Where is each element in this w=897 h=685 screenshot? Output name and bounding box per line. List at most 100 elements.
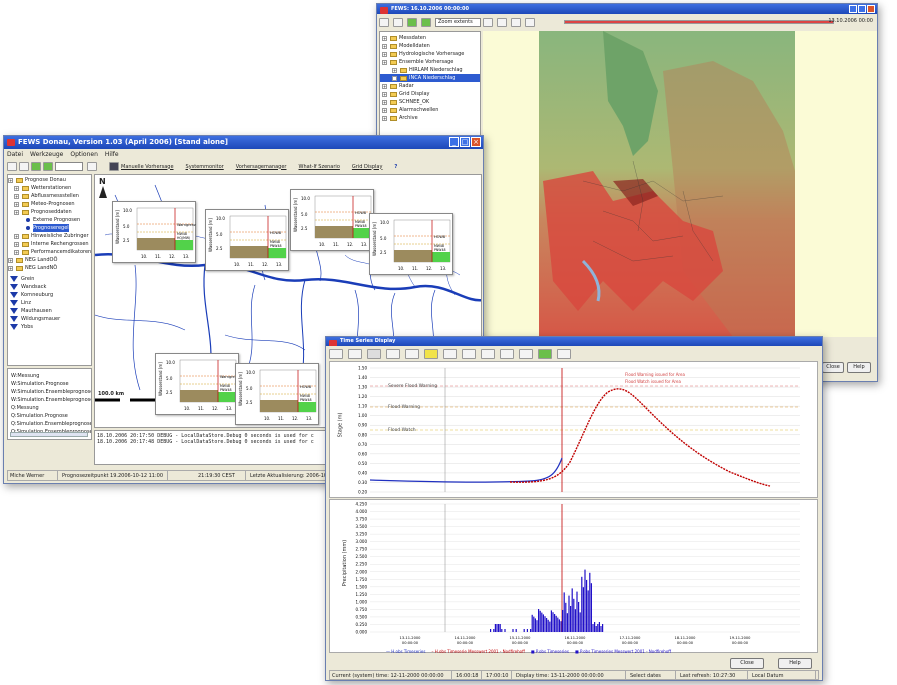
fews-tree-item[interactable]: + Wetterstationen xyxy=(8,184,91,192)
minimize-button[interactable] xyxy=(849,5,857,13)
expand-icon[interactable]: + xyxy=(14,233,19,239)
home-icon[interactable] xyxy=(43,162,53,171)
refresh-icon[interactable] xyxy=(421,18,431,27)
fews-tree-item[interactable]: Prognoseregel xyxy=(8,224,91,232)
fews-tree-item[interactable]: + Hinweisliche Zubringer xyxy=(8,232,91,240)
zoom-in-icon[interactable] xyxy=(7,162,17,171)
expand-icon[interactable]: + xyxy=(382,91,387,97)
fews-tree-item[interactable]: + Prognose Donau xyxy=(8,176,91,184)
station-minichart[interactable]: Wasserstand [m] 10.0 5.0 2.5 Warngrenz MW48 HQ… xyxy=(112,201,196,263)
grid-icon[interactable] xyxy=(109,162,119,171)
station-item[interactable]: Kornneuburg xyxy=(8,291,91,299)
help-button[interactable]: ? xyxy=(394,164,397,170)
expand-icon[interactable]: + xyxy=(14,193,19,199)
maximize-button[interactable] xyxy=(858,5,866,13)
map-help-button[interactable]: Help xyxy=(847,362,871,373)
europe-map[interactable] xyxy=(483,31,877,337)
expand-icon[interactable]: + xyxy=(382,51,387,57)
map-tree-item[interactable]: + INCA Niederschlag xyxy=(380,74,480,82)
graph-icon[interactable] xyxy=(367,348,381,359)
ts-help-button[interactable]: Help xyxy=(778,658,812,669)
map-tree-item[interactable]: + Messdaten xyxy=(380,34,480,42)
refresh-icon[interactable] xyxy=(538,348,552,359)
expand-icon[interactable]: + xyxy=(382,83,387,89)
copy-icon[interactable] xyxy=(481,348,495,359)
zoom-icon[interactable] xyxy=(462,348,476,359)
map-tree-item[interactable]: + Radar xyxy=(380,82,480,90)
menu-datei[interactable]: Datei xyxy=(7,150,23,159)
fews-tree-item[interactable]: + NEG LandOÖ xyxy=(8,256,91,264)
expand-icon[interactable]: + xyxy=(382,99,387,105)
station-minichart[interactable]: Wasserstand [m] 10.0 5.0 2.5 HOW8 MW48 PNW48 10… xyxy=(369,213,453,275)
close-icon[interactable] xyxy=(867,5,875,13)
stop-icon[interactable] xyxy=(525,18,535,27)
pan-icon[interactable] xyxy=(407,18,417,27)
station-minichart[interactable]: Wasserstand [m] 10.0 5.0 2.5 HOW8 MW48 PNW48 10… xyxy=(205,209,289,271)
fews-tree-item[interactable]: + Performancemdikatoren xyxy=(8,248,91,256)
expand-icon[interactable]: + xyxy=(392,67,397,73)
map-tree-item[interactable]: + Hydrologische Vorhersage xyxy=(380,50,480,58)
expand-icon[interactable]: + xyxy=(382,59,387,65)
time-slider[interactable] xyxy=(564,20,834,24)
fews-tree-item[interactable]: Externe Prognosen xyxy=(8,216,91,224)
map-tree-item[interactable]: + Grid Display xyxy=(380,90,480,98)
station-item[interactable]: Grein xyxy=(8,275,91,283)
expand-icon[interactable]: + xyxy=(14,201,19,207)
edit-icon[interactable] xyxy=(405,348,419,359)
map-tree-item[interactable]: + Modelldaten xyxy=(380,42,480,50)
series-item[interactable]: W:Simulation.Prognose xyxy=(8,380,91,388)
table-icon[interactable] xyxy=(348,348,362,359)
series-item[interactable]: W:Messung xyxy=(8,372,91,380)
map-tree-item[interactable]: + Alarmschwellen xyxy=(380,106,480,114)
forecast-manager-button[interactable]: Vorhersagemanager xyxy=(236,164,287,170)
expand-icon[interactable]: + xyxy=(14,249,19,255)
horizontal-scrollbar[interactable] xyxy=(10,432,88,437)
expand-icon[interactable]: + xyxy=(14,185,19,191)
series-item[interactable]: Q:Simulation.Ensembleprognose xyxy=(8,420,91,428)
station-item[interactable]: Linz xyxy=(8,299,91,307)
settings-icon[interactable] xyxy=(557,348,571,359)
station-item[interactable]: Wandsack xyxy=(8,283,91,291)
station-minichart[interactable]: Wasserstand [m] 10.0 5.0 2.5 HOW8 MW48 PNW48 10… xyxy=(290,189,374,251)
system-monitor-button[interactable]: Systemmonitor xyxy=(186,164,224,170)
map-tree-item[interactable]: + Ensemble Vorhersage xyxy=(380,58,480,66)
menu-werkzeuge[interactable]: Werkzeuge xyxy=(30,150,63,159)
maximize-button[interactable]: □ xyxy=(460,137,470,147)
expand-icon[interactable]: + xyxy=(14,209,19,215)
station-item[interactable]: Mauthausen xyxy=(8,307,91,315)
station-minichart[interactable]: Wasserstand [m] 10.0 5.0 2.5 HOW8 MW48 PNW48 10… xyxy=(235,363,319,425)
close-icon[interactable]: × xyxy=(471,137,481,147)
save-icon[interactable] xyxy=(386,348,400,359)
expand-icon[interactable]: + xyxy=(382,115,387,121)
series-item[interactable]: W:Simulation.Ensembleprognose xyxy=(8,396,91,404)
expand-icon[interactable]: + xyxy=(382,107,387,113)
expand-icon[interactable]: + xyxy=(8,265,13,271)
fews-tree-item[interactable]: + Interne Rechengrossen xyxy=(8,240,91,248)
back-icon[interactable] xyxy=(329,348,343,359)
manual-forecast-button[interactable]: Manuelle Vorhersage xyxy=(121,164,174,170)
next-icon[interactable] xyxy=(497,18,507,27)
highlight-icon[interactable] xyxy=(424,348,438,359)
zoom-in-icon[interactable] xyxy=(379,18,389,27)
series-item[interactable]: Q:Messung xyxy=(8,404,91,412)
map-close-button[interactable]: Close xyxy=(822,362,844,373)
station-minichart[interactable]: Wasserstand [m] 10.0 5.0 2.5 Warngrenz MW48 PN… xyxy=(155,353,239,415)
print-icon[interactable] xyxy=(443,348,457,359)
menu-hilfe[interactable]: Hilfe xyxy=(105,150,119,159)
expand-icon[interactable]: + xyxy=(8,177,13,183)
expand-icon[interactable]: + xyxy=(382,43,387,49)
minimize-button[interactable]: _ xyxy=(449,137,459,147)
expand-icon[interactable]: + xyxy=(382,35,387,41)
expand-icon[interactable]: + xyxy=(14,241,19,247)
play-icon[interactable] xyxy=(511,18,521,27)
map-tree-item[interactable]: + Archive xyxy=(380,114,480,122)
fews-tree-item[interactable]: + Prognoseddaten xyxy=(8,208,91,216)
series-item[interactable]: Q:Simulation.Prognose xyxy=(8,412,91,420)
paste-icon[interactable] xyxy=(500,348,514,359)
zoom-dropdown[interactable]: Zoom extents xyxy=(435,18,481,27)
expand-icon[interactable]: + xyxy=(392,75,397,81)
what-if-button[interactable]: What-If Szenario xyxy=(299,164,340,170)
ts-close-button[interactable]: Close xyxy=(730,658,764,669)
zoom-out-icon[interactable] xyxy=(393,18,403,27)
menu-optionen[interactable]: Optionen xyxy=(70,150,98,159)
